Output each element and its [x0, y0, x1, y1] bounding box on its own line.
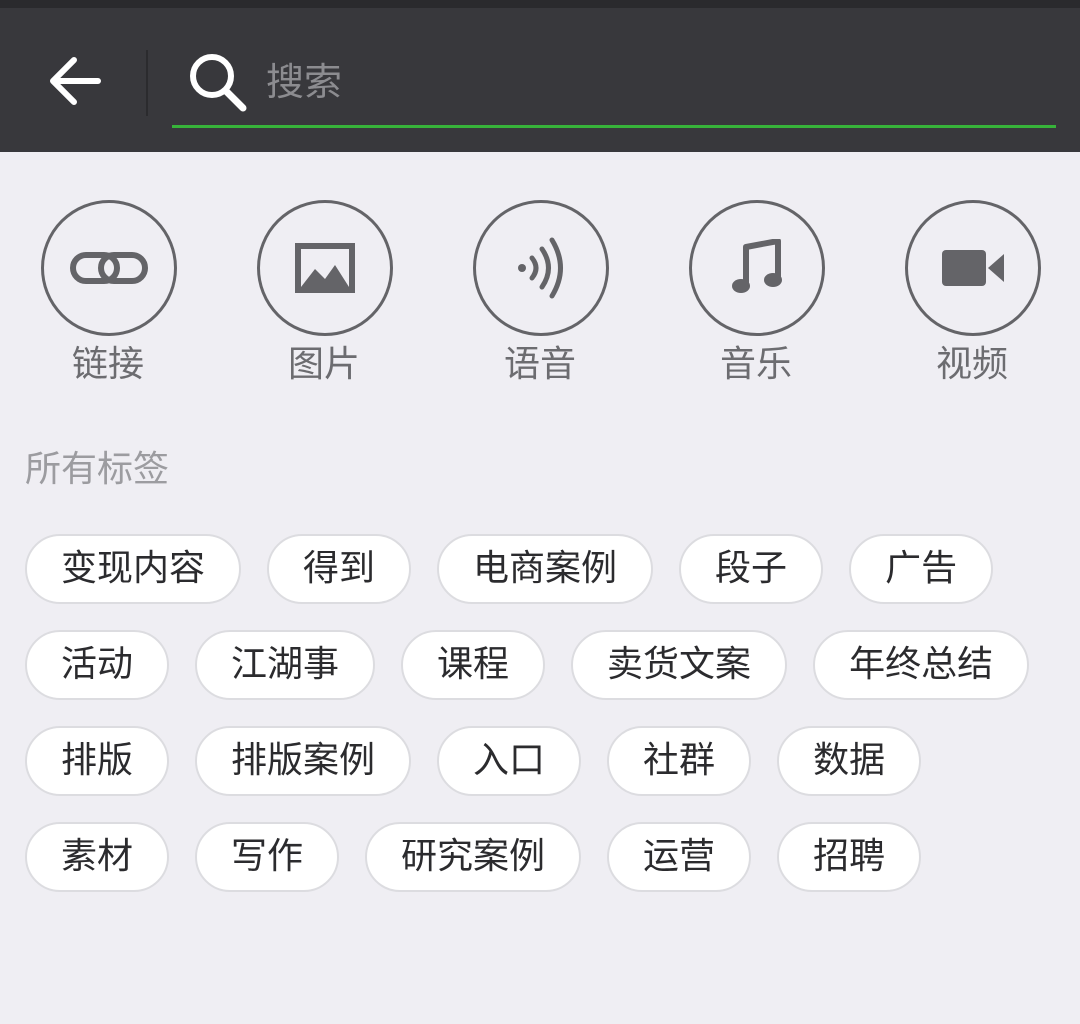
tag-chip[interactable]: 排版案例 [195, 726, 412, 796]
tag-chip[interactable]: 电商案例 [437, 534, 654, 604]
category-label: 语音 [503, 344, 576, 385]
voice-icon [518, 237, 563, 299]
tag-chip[interactable]: 年终总结 [813, 630, 1030, 700]
category-music-button[interactable]: 音乐 [686, 200, 826, 400]
category-video-button[interactable]: 视频 [902, 200, 1042, 400]
category-label: 链接 [71, 344, 144, 385]
category-link-circle [41, 200, 177, 336]
category-link-button[interactable]: 链接 [38, 200, 178, 400]
tag-chip[interactable]: 素材 [25, 822, 170, 892]
tag-chip[interactable]: 活动 [25, 630, 170, 700]
search-focus-underline [172, 125, 1056, 128]
category-label: 视频 [935, 344, 1008, 385]
link-icon [70, 252, 148, 284]
category-shortcuts: 链接 图片 语音 音乐 视频 [0, 200, 1080, 400]
video-camera-icon [942, 250, 1004, 286]
category-label: 音乐 [719, 344, 792, 385]
category-label: 图片 [287, 344, 360, 385]
tag-chip[interactable]: 江湖事 [195, 630, 376, 700]
header-divider [146, 50, 148, 116]
tag-chip[interactable]: 社群 [607, 726, 752, 796]
search-input[interactable] [266, 52, 1026, 112]
category-music-circle [689, 200, 825, 336]
category-voice-circle [473, 200, 609, 336]
tag-chip[interactable]: 入口 [437, 726, 582, 796]
tag-chip[interactable]: 变现内容 [25, 534, 242, 604]
category-voice-button[interactable]: 语音 [470, 200, 610, 400]
tag-chip[interactable]: 写作 [195, 822, 340, 892]
category-video-circle [905, 200, 1041, 336]
category-image-button[interactable]: 图片 [254, 200, 394, 400]
search-icon [190, 54, 247, 112]
tag-list: 变现内容 得到 电商案例 段子 广告 活动 江湖事 课程 卖货文案 年终总结 排… [25, 534, 1055, 892]
tag-chip[interactable]: 研究案例 [365, 822, 582, 892]
search-header [0, 8, 1080, 152]
tag-chip[interactable]: 招聘 [777, 822, 922, 892]
search-bar[interactable] [172, 38, 1056, 128]
tag-chip[interactable]: 数据 [777, 726, 922, 796]
arrow-left-icon [50, 57, 101, 105]
image-icon [295, 243, 355, 293]
all-tags-heading: 所有标签 [25, 449, 170, 490]
tag-chip[interactable]: 段子 [679, 534, 824, 604]
back-button[interactable] [40, 46, 110, 116]
status-strip [0, 0, 1080, 8]
tag-chip[interactable]: 广告 [849, 534, 994, 604]
music-note-icon [732, 239, 782, 293]
tag-chip[interactable]: 卖货文案 [571, 630, 788, 700]
category-image-circle [257, 200, 393, 336]
tag-chip[interactable]: 运营 [607, 822, 752, 892]
tag-chip[interactable]: 排版 [25, 726, 170, 796]
tag-chip[interactable]: 得到 [267, 534, 412, 604]
tag-chip[interactable]: 课程 [401, 630, 546, 700]
